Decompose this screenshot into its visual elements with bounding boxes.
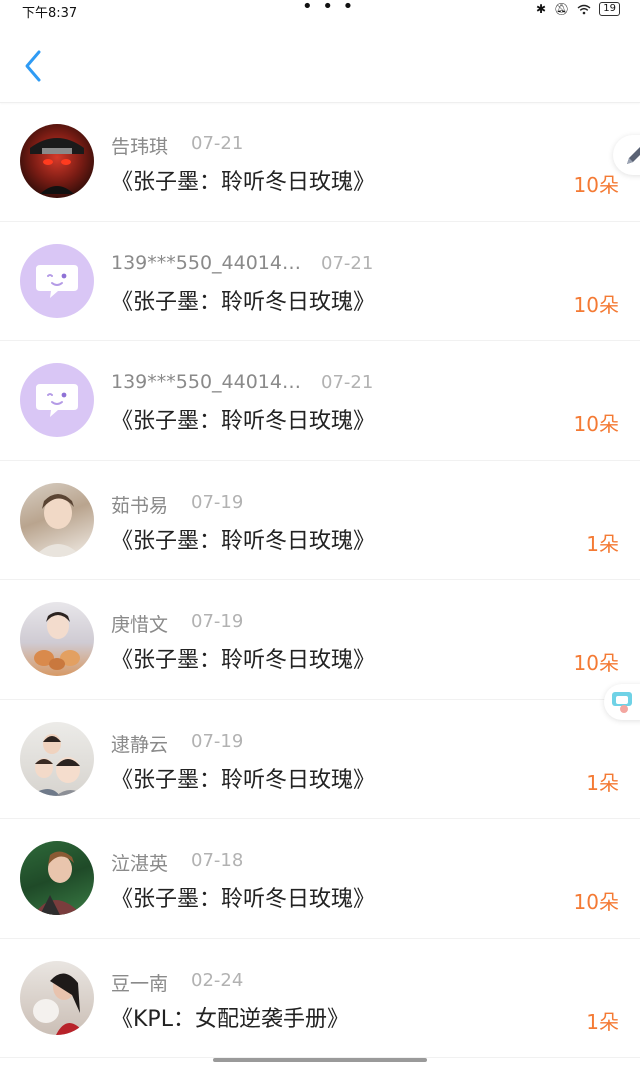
mute-icon: 🔕︎ xyxy=(554,2,570,16)
chat-bubble-icon xyxy=(36,264,78,298)
list-item[interactable]: 139***550_44014… 07-21 《张子墨：聆听冬日玫瑰》 10朵 xyxy=(0,222,640,341)
book-title: 《张子墨：聆听冬日玫瑰》 xyxy=(111,170,376,195)
list-item[interactable]: 139***550_44014… 07-21 《张子墨：聆听冬日玫瑰》 10朵 xyxy=(0,341,640,461)
chevron-left-icon xyxy=(25,50,41,82)
gift-amount: 10朵 xyxy=(573,292,619,317)
avatar-image xyxy=(33,972,86,1035)
gift-amount: 1朵 xyxy=(586,1009,619,1034)
avatar-image xyxy=(34,493,82,557)
user-name: 茹书易 xyxy=(111,494,169,517)
gift-date: 07-21 xyxy=(191,133,244,154)
gift-amount: 10朵 xyxy=(573,173,619,197)
book-title: 《张子墨：聆听冬日玫瑰》 xyxy=(111,887,376,912)
floating-widget-button[interactable] xyxy=(604,684,640,720)
gift-date: 07-19 xyxy=(191,611,244,632)
user-name: 139***550_44014… xyxy=(111,251,301,274)
bluetooth-icon: ✱ xyxy=(535,2,547,16)
status-icons: ✱ 🔕︎ 19 xyxy=(536,2,620,16)
back-button[interactable] xyxy=(18,48,48,84)
avatar[interactable] xyxy=(20,602,94,676)
gift-amount: 1朵 xyxy=(586,531,619,556)
avatar[interactable] xyxy=(20,363,94,437)
avatar[interactable] xyxy=(20,721,94,796)
battery-icon: 19 xyxy=(599,2,620,16)
gift-amount: 10朵 xyxy=(573,651,619,675)
home-indicator[interactable] xyxy=(213,1058,427,1062)
user-name: 告玮琪 xyxy=(111,136,169,158)
list-item[interactable]: 告玮琪 07-21 《张子墨：聆听冬日玫瑰》 10朵 xyxy=(0,102,640,222)
list-item[interactable]: 庚惜文 07-19 《张子墨：聆听冬日玫瑰》 10朵 xyxy=(0,580,640,700)
avatar[interactable] xyxy=(20,124,94,198)
user-name: 逮静云 xyxy=(111,733,169,756)
gift-list: 告玮琪 07-21 《张子墨：聆听冬日玫瑰》 10朵 139***550_440… xyxy=(0,102,640,1058)
list-item[interactable]: 茹书易 07-19 《张子墨：聆听冬日玫瑰》 1朵 xyxy=(0,461,640,580)
pencil-icon xyxy=(627,147,640,164)
gift-date: 02-24 xyxy=(191,969,244,991)
gift-box-icon xyxy=(612,692,632,713)
avatar[interactable] xyxy=(20,960,94,1035)
gift-amount: 10朵 xyxy=(573,412,619,436)
book-title: 《KPL：女配逆袭手册》 xyxy=(111,1006,349,1032)
chat-bubble-icon xyxy=(36,384,78,417)
avatar-image xyxy=(34,851,82,915)
user-name: 139***550_44014… xyxy=(111,371,301,393)
gift-amount: 10朵 xyxy=(573,890,619,914)
gift-date: 07-18 xyxy=(191,850,244,871)
book-title: 《张子墨：聆听冬日玫瑰》 xyxy=(111,528,376,554)
status-bar: 下午8:37 • • • ✱ 🔕︎ 19 xyxy=(0,0,640,22)
avatar-image xyxy=(34,612,80,670)
avatar[interactable] xyxy=(20,482,94,557)
list-item[interactable]: 泣湛英 07-18 《张子墨：聆听冬日玫瑰》 10朵 xyxy=(0,819,640,939)
gift-amount: 1朵 xyxy=(586,770,619,795)
list-item[interactable]: 豆一南 02-24 《KPL：女配逆袭手册》 1朵 xyxy=(0,939,640,1058)
status-time: 下午8:37 xyxy=(22,6,78,21)
avatar-image xyxy=(30,733,86,796)
user-name: 豆一南 xyxy=(111,972,169,995)
user-name: 泣湛英 xyxy=(111,853,169,875)
multitask-dots[interactable]: • • • xyxy=(302,0,355,17)
list-item[interactable]: 逮静云 07-19 《张子墨：聆听冬日玫瑰》 1朵 xyxy=(0,700,640,819)
gift-date: 07-21 xyxy=(321,372,374,393)
book-title: 《张子墨：聆听冬日玫瑰》 xyxy=(111,409,376,434)
avatar-image xyxy=(30,138,84,194)
gift-date: 07-19 xyxy=(191,730,244,752)
avatar[interactable] xyxy=(20,243,94,318)
book-title: 《张子墨：聆听冬日玫瑰》 xyxy=(111,289,376,315)
top-bar xyxy=(0,22,640,103)
book-title: 《张子墨：聆听冬日玫瑰》 xyxy=(111,648,376,673)
gift-date: 07-21 xyxy=(321,252,374,274)
gift-date: 07-19 xyxy=(191,491,244,513)
user-name: 庚惜文 xyxy=(111,614,169,636)
avatar[interactable] xyxy=(20,841,94,915)
wifi-icon xyxy=(577,4,591,14)
book-title: 《张子墨：聆听冬日玫瑰》 xyxy=(111,767,376,793)
